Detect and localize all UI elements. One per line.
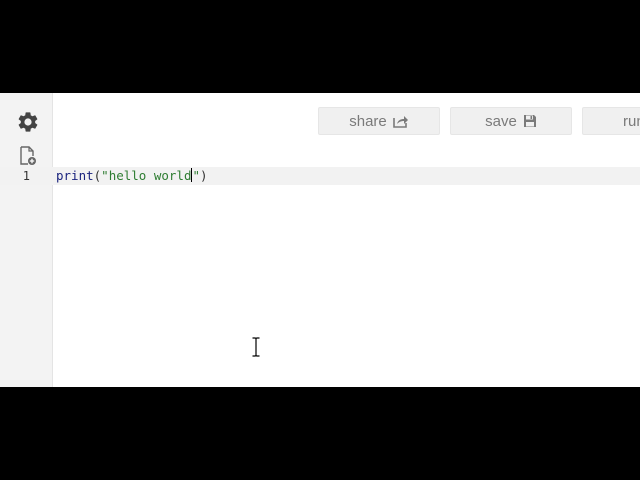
code-token-function: print: [56, 168, 94, 183]
save-button[interactable]: save: [450, 107, 572, 135]
new-file-icon[interactable]: [19, 146, 37, 166]
run-button[interactable]: run: [582, 107, 640, 135]
line-number: 1: [22, 169, 30, 183]
text-cursor-icon: [251, 337, 261, 357]
share-icon: [392, 114, 409, 128]
floppy-disk-icon: [523, 114, 537, 128]
code-token-close-paren: ): [200, 168, 208, 183]
letterbox-top: [0, 0, 640, 93]
code-token-string: "hello world: [101, 168, 192, 183]
save-button-label: save: [485, 112, 517, 130]
letterbox-bottom: [0, 387, 640, 480]
code-line[interactable]: print("hello world"): [56, 167, 208, 185]
gear-icon[interactable]: [16, 110, 40, 134]
editor-gutter: [0, 93, 53, 387]
code-token-string-end: ": [192, 168, 201, 183]
editor-text-area[interactable]: [53, 185, 640, 387]
share-button-label: share: [349, 112, 387, 130]
code-editor-app: share save run 1 print("hello world"): [0, 93, 640, 387]
share-button[interactable]: share: [318, 107, 440, 135]
run-button-label: run: [623, 112, 640, 130]
